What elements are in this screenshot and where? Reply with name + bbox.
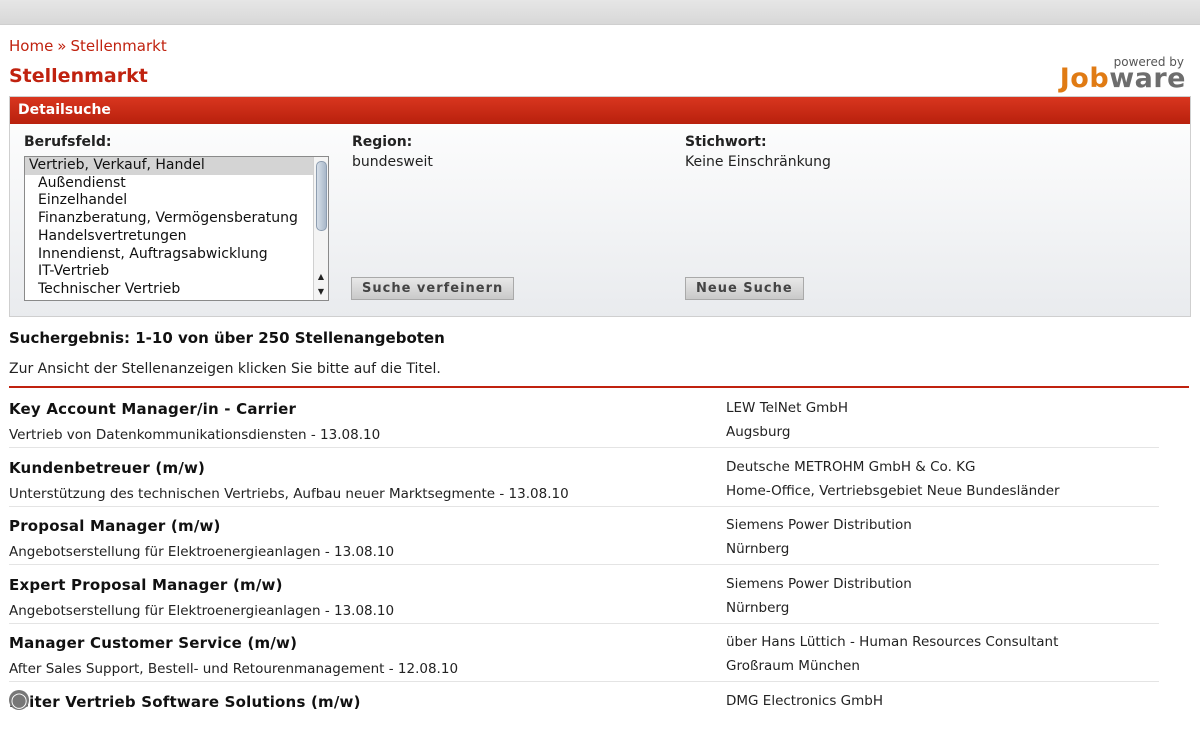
stichwort-value: Keine Einschränkung xyxy=(685,154,831,170)
job-title-link[interactable]: Manager Customer Service (m/w) xyxy=(9,634,297,652)
job-location: Nürnberg xyxy=(726,600,790,616)
browser-top-bar xyxy=(0,0,1200,25)
jobware-logo[interactable]: powered by Jobware xyxy=(1046,55,1186,94)
breadcrumb: Home» Stellenmarkt xyxy=(9,37,167,55)
listbox-scrollbar[interactable]: ▲ ▼ xyxy=(313,157,328,300)
job-company: DMG Electronics GmbH xyxy=(726,693,883,709)
job-row: Manager Customer Service (m/w) After Sal… xyxy=(9,623,1159,682)
breadcrumb-current-link[interactable]: Stellenmarkt xyxy=(70,37,166,55)
job-row: Key Account Manager/in - Carrier Vertrie… xyxy=(9,389,1159,448)
brand-ware: ware xyxy=(1109,63,1186,94)
breadcrumb-separator: » xyxy=(57,37,67,55)
stichwort-label: Stichwort: xyxy=(685,134,767,150)
breadcrumb-home-link[interactable]: Home xyxy=(9,37,53,55)
scrollbar-thumb[interactable] xyxy=(316,161,327,231)
job-description: Angebotserstellung für Elektroenergieanl… xyxy=(9,544,395,560)
job-row: Expert Proposal Manager (m/w) Angebotser… xyxy=(9,565,1159,624)
job-location: Nürnberg xyxy=(726,541,790,557)
job-description: Vertrieb von Datenkommunikationsdiensten… xyxy=(9,427,381,443)
job-title-link[interactable]: Kundenbetreuer (m/w) xyxy=(9,459,205,477)
job-location: Großraum München xyxy=(726,658,860,674)
loading-icon: ◯ xyxy=(9,690,29,710)
berufsfeld-option[interactable]: Vertrieb, Verkauf, Handel xyxy=(25,157,328,175)
job-row: Proposal Manager (m/w) Angebotserstellun… xyxy=(9,506,1159,565)
berufsfeld-option[interactable]: Technischer Vertrieb xyxy=(25,281,328,299)
scroll-up-arrow-icon[interactable]: ▲ xyxy=(314,270,328,284)
brand-job: Job xyxy=(1059,63,1110,94)
job-row: Kundenbetreuer (m/w) Unterstützung des t… xyxy=(9,448,1159,507)
detail-search-panel: Detailsuche Berufsfeld: Vertrieb, Verkau… xyxy=(9,96,1191,317)
job-description: Unterstützung des technischen Vertriebs,… xyxy=(9,486,569,502)
results-divider xyxy=(9,386,1189,388)
job-title-link[interactable]: Proposal Manager (m/w) xyxy=(9,517,221,535)
berufsfeld-label: Berufsfeld: xyxy=(24,134,112,150)
job-title-link[interactable]: Key Account Manager/in - Carrier xyxy=(9,400,296,418)
job-company: Deutsche METROHM GmbH & Co. KG xyxy=(726,459,976,475)
job-location: Augsburg xyxy=(726,424,791,440)
berufsfeld-option[interactable]: Innendienst, Auftragsabwicklung xyxy=(25,246,328,264)
result-count: Suchergebnis: 1-10 von über 250 Stellena… xyxy=(9,329,445,347)
job-company: LEW TelNet GmbH xyxy=(726,400,849,416)
page-title: Stellenmarkt xyxy=(9,65,148,87)
new-search-button[interactable]: Neue Suche xyxy=(685,277,804,300)
berufsfeld-option[interactable]: Finanzberatung, Vermögensberatung xyxy=(25,210,328,228)
berufsfeld-option[interactable]: Einzelhandel xyxy=(25,192,328,210)
jobware-brand: Jobware xyxy=(1060,63,1186,94)
berufsfeld-option[interactable]: Handelsvertretungen xyxy=(25,228,328,246)
job-company: Siemens Power Distribution xyxy=(726,576,912,592)
berufsfeld-option[interactable]: Außendienst xyxy=(25,175,328,193)
refine-search-button[interactable]: Suche verfeinern xyxy=(351,277,515,300)
region-label: Region: xyxy=(352,134,413,150)
berufsfeld-option[interactable]: IT-Vertrieb xyxy=(25,263,328,281)
job-company: über Hans Lüttich - Human Resources Cons… xyxy=(726,634,1059,650)
scroll-down-arrow-icon[interactable]: ▼ xyxy=(314,285,328,299)
results-hint: Zur Ansicht der Stellenanzeigen klicken … xyxy=(9,361,441,377)
detail-search-header: Detailsuche xyxy=(10,97,1190,124)
berufsfeld-listbox[interactable]: Vertrieb, Verkauf, Handel Außendienst Ei… xyxy=(24,156,329,301)
job-title-link[interactable]: Leiter Vertrieb Software Solutions (m/w) xyxy=(9,693,361,711)
region-value: bundesweit xyxy=(352,154,433,170)
job-title-link[interactable]: Expert Proposal Manager (m/w) xyxy=(9,576,283,594)
job-description: After Sales Support, Bestell- und Retour… xyxy=(9,661,459,677)
job-row: Leiter Vertrieb Software Solutions (m/w)… xyxy=(9,682,1159,740)
job-description: Angebotserstellung für Elektroenergieanl… xyxy=(9,603,395,619)
job-company: Siemens Power Distribution xyxy=(726,517,912,533)
job-location: Home-Office, Vertriebsgebiet Neue Bundes… xyxy=(726,483,1060,499)
